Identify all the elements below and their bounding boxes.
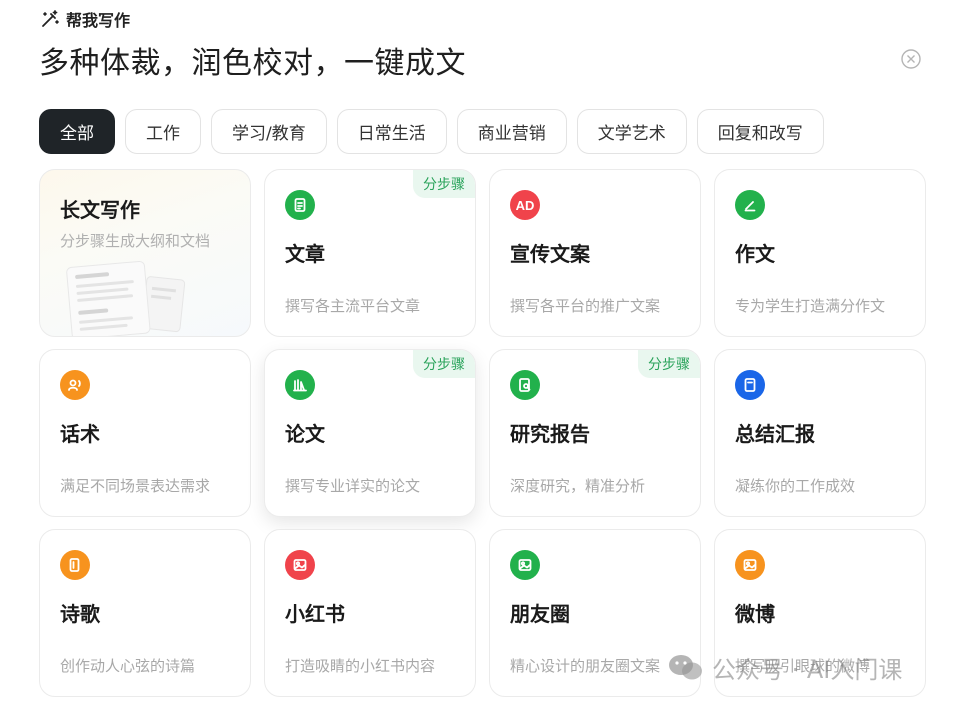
card-title: 总结汇报: [735, 422, 815, 446]
card-title: 文章: [285, 242, 325, 266]
card-3[interactable]: 作文专为学生打造满分作文: [714, 169, 926, 337]
tab-3[interactable]: 日常生活: [336, 109, 447, 154]
magic-wand-icon: [42, 10, 59, 27]
card-title: 论文: [285, 422, 325, 446]
image-post-icon: [285, 550, 315, 580]
card-2[interactable]: AD 宣传文案撰写各平台的推广文案: [489, 169, 701, 337]
wechat-icon: [669, 654, 702, 679]
card-title: 小红书: [285, 602, 345, 626]
step-badge: 分步骤: [638, 350, 700, 378]
card-description: 深度研究，精准分析: [510, 477, 646, 495]
card-title: 长文写作: [60, 198, 140, 222]
books-icon: [285, 370, 315, 400]
card-9[interactable]: 小红书打造吸睛的小红书内容: [264, 529, 476, 697]
document-illustration: [66, 260, 186, 336]
ad-icon: AD: [510, 190, 540, 220]
image-post-icon: [735, 550, 765, 580]
card-description: 分步骤生成大纲和文档: [60, 232, 211, 250]
card-title: 朋友圈: [510, 602, 570, 626]
page-subtitle: 多种体裁，润色校对，一键成文: [39, 46, 466, 81]
tab-2[interactable]: 学习/教育: [211, 109, 327, 154]
card-title: 微博: [735, 602, 775, 626]
summary-icon: [735, 370, 765, 400]
close-icon[interactable]: [901, 49, 921, 69]
card-title: 作文: [735, 242, 775, 266]
tab-5[interactable]: 文学艺术: [576, 109, 687, 154]
card-description: 创作动人心弦的诗篇: [60, 657, 196, 675]
step-badge: 分步骤: [413, 170, 475, 198]
image-post-icon: [510, 550, 540, 580]
card-description: 打造吸睛的小红书内容: [285, 657, 436, 675]
card-1[interactable]: 分步骤文章撰写各主流平台文章: [264, 169, 476, 337]
watermark: 公众号 · AI入门课: [668, 650, 902, 685]
icon-text: AD: [515, 197, 535, 213]
tab-0[interactable]: 全部: [39, 109, 115, 154]
tab-1[interactable]: 工作: [125, 109, 201, 154]
step-badge: 分步骤: [413, 350, 475, 378]
header-label: 帮我写作: [40, 8, 130, 30]
card-title: 研究报告: [510, 422, 590, 446]
pen-icon: [735, 190, 765, 220]
card-description: 精心设计的朋友圈文案: [510, 657, 661, 675]
card-description: 撰写各平台的推广文案: [510, 297, 661, 315]
tab-4[interactable]: 商业营销: [456, 109, 567, 154]
speaker-icon: [60, 370, 90, 400]
card-description: 撰写各主流平台文章: [285, 297, 421, 315]
card-description: 撰写专业详实的论文: [285, 477, 421, 495]
card-6[interactable]: 分步骤研究报告深度研究，精准分析: [489, 349, 701, 517]
card-5[interactable]: 分步骤论文撰写专业详实的论文: [264, 349, 476, 517]
watermark-text: 公众号 · AI入门课: [712, 656, 903, 684]
card-7[interactable]: 总结汇报凝练你的工作成效: [714, 349, 926, 517]
poem-icon: [60, 550, 90, 580]
card-0[interactable]: 长文写作分步骤生成大纲和文档: [39, 169, 251, 337]
writing-type-grid: 长文写作 分步骤生成大纲和文档 分步骤 文章 撰写各主流平台文章 AD 宣传文案 撰写各平台的…: [39, 169, 926, 697]
tab-6[interactable]: 回复和改写: [696, 109, 824, 154]
card-4[interactable]: 话术满足不同场景表达需求: [39, 349, 251, 517]
card-title: 诗歌: [60, 602, 100, 626]
card-title: 宣传文案: [510, 242, 590, 266]
card-8[interactable]: 诗歌创作动人心弦的诗篇: [39, 529, 251, 697]
card-description: 满足不同场景表达需求: [60, 477, 211, 495]
category-tabs: 全部 工作 学习/教育 日常生活 商业营销 文学艺术 回复和改写: [39, 109, 824, 154]
card-description: 专为学生打造满分作文: [735, 297, 886, 315]
card-description: 凝练你的工作成效: [735, 477, 856, 495]
report-search-icon: [510, 370, 540, 400]
card-title: 话术: [60, 422, 100, 446]
article-icon: [285, 190, 315, 220]
header-label-text: 帮我写作: [66, 11, 131, 30]
